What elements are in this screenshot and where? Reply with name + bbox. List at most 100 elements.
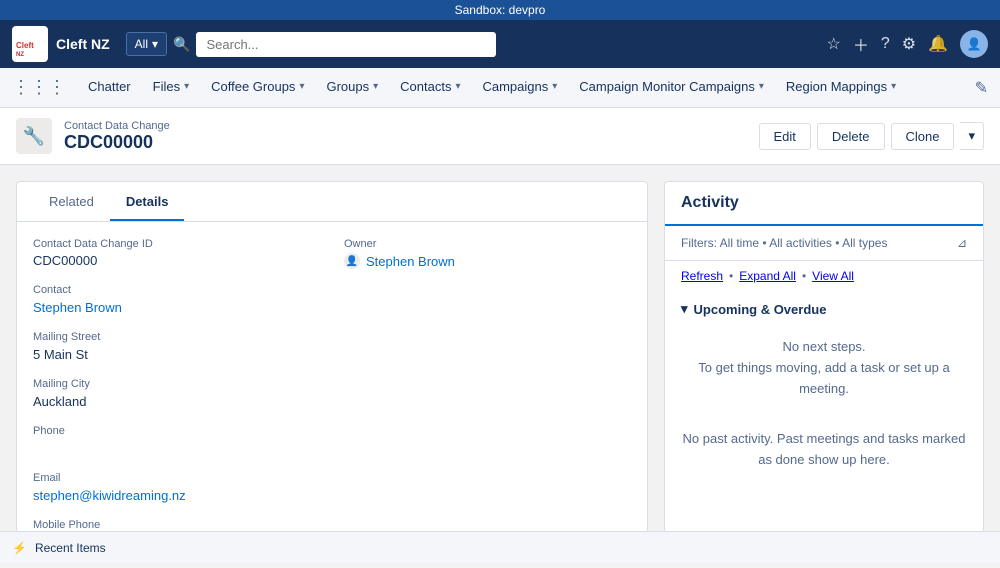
activity-section-header: ▾ Upcoming & Overdue [681, 301, 967, 317]
svg-text:Cleft: Cleft [16, 41, 34, 50]
app-nav: ⋮⋮⋮ Chatter Files ▾ Coffee Groups ▾ Grou… [0, 68, 1000, 108]
recent-items-label[interactable]: Recent Items [35, 541, 106, 555]
record-header-left: 🔧 Contact Data Change CDC00000 [16, 118, 170, 154]
contact-link[interactable]: Stephen Brown [33, 300, 122, 315]
view-all-link[interactable]: View All [812, 269, 854, 283]
add-icon[interactable]: ＋ [853, 32, 869, 56]
delete-button[interactable]: Delete [817, 123, 885, 150]
field-label: Phone [33, 425, 320, 437]
sidebar-item-contacts[interactable]: Contacts ▾ [390, 68, 470, 108]
field-value: ✎ [33, 440, 320, 456]
field-label: Mailing Street [33, 331, 320, 343]
email-link[interactable]: stephen@kiwidreaming.nz [33, 488, 186, 503]
upcoming-label: Upcoming & Overdue [694, 302, 827, 317]
expand-all-link[interactable]: Expand All [739, 269, 796, 283]
left-panel: Related Details Contact Data Change ID C… [16, 181, 648, 552]
field-label: Owner [344, 238, 631, 250]
main-content: Related Details Contact Data Change ID C… [0, 165, 1000, 568]
edit-button[interactable]: Edit [759, 123, 811, 150]
filter-icon[interactable]: ⊿ [957, 236, 967, 250]
field-contact-data-change-id: Contact Data Change ID CDC00000 [33, 238, 320, 268]
tab-details[interactable]: Details [110, 182, 185, 221]
field-value: stephen@kiwidreaming.nz ✎ [33, 487, 320, 503]
chevron-down-icon: ▾ [373, 81, 378, 92]
activity-panel: Activity Filters: All time • All activit… [664, 181, 984, 552]
activity-past: No past activity. Past meetings and task… [665, 419, 983, 481]
settings-icon[interactable]: ⚙ [902, 34, 916, 54]
svg-text:NZ: NZ [16, 52, 24, 58]
field-value: Auckland ✎ [33, 393, 320, 409]
top-bar-title: Sandbox: devpro [455, 3, 546, 17]
chevron-down-icon: ▾ [455, 81, 460, 92]
favorites-icon[interactable]: ☆ [826, 34, 840, 54]
avatar[interactable]: 👤 [960, 30, 988, 58]
owner-avatar: 👤 [344, 253, 360, 269]
notifications-icon[interactable]: 🔔 [928, 34, 948, 54]
chevron-down-icon: ▾ [891, 81, 896, 92]
sidebar-item-groups[interactable]: Groups ▾ [316, 68, 388, 108]
top-bar: Sandbox: devpro [0, 0, 1000, 20]
apps-icon[interactable]: ⋮⋮⋮ [12, 77, 66, 98]
field-mailing-city: Mailing City Auckland ✎ [33, 378, 320, 409]
sidebar-item-campaigns[interactable]: Campaigns ▾ [472, 68, 567, 108]
search-input[interactable] [196, 32, 496, 57]
actions-dropdown-button[interactable]: ▾ [960, 122, 984, 150]
record-actions: Edit Delete Clone ▾ [759, 122, 984, 150]
sidebar-item-files[interactable]: Files ▾ [143, 68, 199, 108]
search-icon: 🔍 [173, 36, 190, 53]
sidebar-item-coffee-groups[interactable]: Coffee Groups ▾ [201, 68, 314, 108]
record-name: CDC00000 [64, 132, 170, 153]
chevron-down-icon: ▾ [759, 81, 764, 92]
bottom-bar: ⚡ Recent Items [0, 531, 1000, 563]
fields-grid: Contact Data Change ID CDC00000 Contact … [33, 238, 631, 551]
field-value: 5 Main St ✎ [33, 346, 320, 362]
field-phone: Phone ✎ [33, 425, 320, 456]
lightning-icon: ⚡ [12, 541, 27, 555]
logo-icon: Cleft NZ [12, 26, 48, 62]
record-type: Contact Data Change [64, 120, 170, 132]
field-label: Mailing City [33, 378, 320, 390]
field-owner: Owner 👤 Stephen Brown ✎ [344, 238, 631, 269]
record-icon: 🔧 [16, 118, 52, 154]
field-value: Stephen Brown ✎ [33, 299, 320, 315]
panel-content: Contact Data Change ID CDC00000 Contact … [17, 222, 647, 551]
logo-text: Cleft NZ [56, 36, 110, 52]
field-email: Email stephen@kiwidreaming.nz ✎ [33, 472, 320, 503]
tab-related[interactable]: Related [33, 182, 110, 221]
record-title-area: Contact Data Change CDC00000 [64, 120, 170, 153]
activity-filters: Filters: All time • All activities • All… [665, 226, 983, 261]
collapse-icon[interactable]: ▾ [681, 301, 688, 317]
field-label: Contact Data Change ID [33, 238, 320, 250]
field-contact: Contact Stephen Brown ✎ [33, 284, 320, 315]
tabs: Related Details [17, 182, 647, 222]
activity-header: Activity [665, 182, 983, 226]
all-dropdown[interactable]: All ▾ [126, 32, 167, 56]
help-icon[interactable]: ? [881, 35, 890, 53]
sidebar-item-region-mappings[interactable]: Region Mappings ▾ [776, 68, 906, 108]
add-task-msg: To get things moving, add a task or set … [681, 358, 967, 400]
activity-empty: No next steps. To get things moving, add… [681, 327, 967, 409]
no-next-steps: No next steps. [681, 337, 967, 358]
chevron-down-icon: ▾ [552, 81, 557, 92]
nav-bar: Cleft NZ Cleft NZ All ▾ 🔍 ☆ ＋ ? ⚙ 🔔 👤 [0, 20, 1000, 68]
edit-nav-icon[interactable]: ✎ [975, 78, 988, 98]
nav-search: All ▾ 🔍 [126, 32, 827, 57]
field-value: 👤 Stephen Brown ✎ [344, 253, 631, 269]
chevron-down-icon: ▾ [299, 81, 304, 92]
field-mailing-street: Mailing Street 5 Main St ✎ [33, 331, 320, 362]
activity-section-upcoming: ▾ Upcoming & Overdue No next steps. To g… [665, 291, 983, 419]
logo-area: Cleft NZ Cleft NZ [12, 26, 110, 62]
activity-links: Refresh • Expand All • View All [665, 261, 983, 291]
nav-icons: ☆ ＋ ? ⚙ 🔔 👤 [826, 30, 988, 58]
sidebar-item-chatter[interactable]: Chatter [78, 68, 141, 108]
owner-link[interactable]: Stephen Brown [366, 254, 455, 269]
field-label: Mobile Phone [33, 519, 320, 531]
field-label: Contact [33, 284, 320, 296]
refresh-link[interactable]: Refresh [681, 269, 723, 283]
field-value: CDC00000 [33, 253, 320, 268]
field-label: Email [33, 472, 320, 484]
record-header: 🔧 Contact Data Change CDC00000 Edit Dele… [0, 108, 1000, 165]
filters-label: Filters: All time • All activities • All… [681, 236, 887, 250]
sidebar-item-campaign-monitor[interactable]: Campaign Monitor Campaigns ▾ [569, 68, 774, 108]
clone-button[interactable]: Clone [891, 123, 955, 150]
